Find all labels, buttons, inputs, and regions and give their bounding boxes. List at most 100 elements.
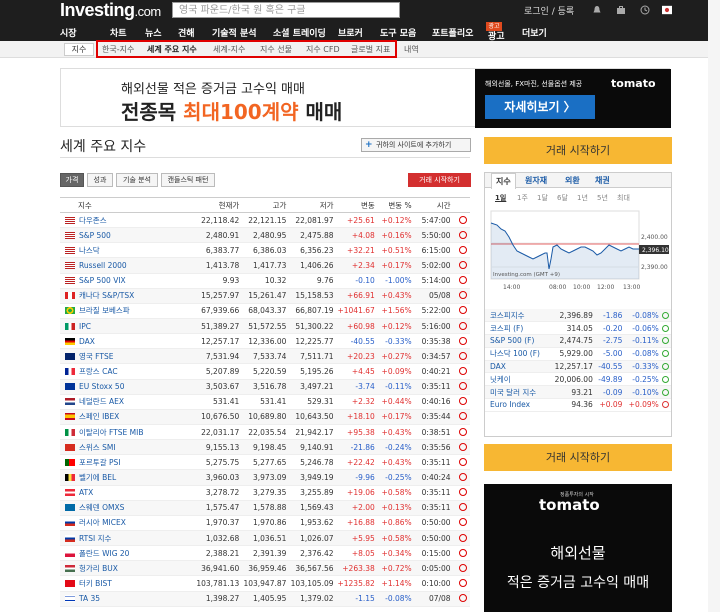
- index-name-cell[interactable]: S&P 500 VIX: [60, 273, 194, 289]
- index-name-cell[interactable]: 스위스 SMI: [60, 439, 194, 456]
- index-name-cell[interactable]: 스페인 IBEX: [60, 409, 194, 425]
- search-input[interactable]: 영국 파운드/한국 원 혹은 구글: [172, 2, 400, 18]
- nav-item-technical[interactable]: 기술적 분석: [212, 26, 257, 39]
- index-name[interactable]: 나스닥: [79, 246, 100, 255]
- col-header-change[interactable]: 변동: [336, 197, 378, 213]
- overview-row[interactable]: 미국 달러 지수 93.21 -0.09 -0.10%: [485, 385, 671, 400]
- tab-performance[interactable]: 성과: [87, 173, 113, 187]
- table-row[interactable]: S&P 500 VIX 9.93 10.32 9.76 -0.10 -1.00% 5:14:…: [60, 273, 470, 289]
- overview-name[interactable]: 코스피 (F): [485, 321, 550, 336]
- index-name[interactable]: DAX: [79, 337, 95, 346]
- index-name[interactable]: 스웨덴 OMXS: [79, 503, 124, 512]
- overview-name[interactable]: 닛케이: [485, 372, 550, 387]
- table-row[interactable]: 스위스 SMI 9,155.13 9,198.45 9,140.91 -21.86 -0.…: [60, 439, 470, 456]
- login-link[interactable]: 로그인 / 등록: [524, 4, 574, 17]
- col-header-time[interactable]: 시간: [414, 197, 454, 213]
- clock-icon[interactable]: [640, 5, 650, 15]
- col-header-high[interactable]: 고가: [242, 197, 290, 213]
- table-row[interactable]: S&P 500 2,480.91 2,480.95 2,475.88 +4.08 +0.1…: [60, 227, 470, 244]
- side-start-trading-button-2[interactable]: 거래 시작하기: [484, 444, 672, 471]
- tab-commodities[interactable]: 원자재: [525, 175, 547, 186]
- tab-candlestick[interactable]: 캔들스틱 패턴: [161, 173, 215, 187]
- start-trading-button[interactable]: 거래 시작하기: [408, 173, 471, 187]
- index-name-cell[interactable]: 영국 FTSE: [60, 348, 194, 365]
- index-name-cell[interactable]: 러시아 MICEX: [60, 515, 194, 531]
- table-row[interactable]: EU Stoxx 50 3,503.67 3,516.78 3,497.21 -3.74…: [60, 379, 470, 395]
- table-row[interactable]: 캐나다 S&P/TSX 15,257.97 15,261.47 15,158.53 +6…: [60, 288, 470, 304]
- index-name[interactable]: RTSI 지수: [79, 534, 111, 543]
- side-start-trading-button[interactable]: 거래 시작하기: [484, 137, 672, 164]
- table-row[interactable]: 터키 BIST 103,781.13 103,947.87 103,105.09 +12…: [60, 575, 470, 592]
- index-name-cell[interactable]: 스웨덴 OMXS: [60, 500, 194, 516]
- index-name[interactable]: Russell 2000: [79, 261, 127, 270]
- overview-row[interactable]: DAX 12,257.17 -40.55 -0.33%: [485, 360, 671, 374]
- overview-name[interactable]: 미국 달러 지수: [485, 385, 550, 400]
- overview-row[interactable]: 코스피지수 2,396.89 -1.86 -0.08%: [485, 309, 671, 323]
- index-name[interactable]: 스위스 SMI: [79, 443, 116, 452]
- period-1y[interactable]: 1년: [577, 193, 588, 203]
- index-name[interactable]: 이탈리아 FTSE MIB: [79, 428, 143, 437]
- index-name-cell[interactable]: 이탈리아 FTSE MIB: [60, 424, 194, 441]
- index-name[interactable]: 폴란드 WIG 20: [79, 549, 129, 558]
- index-name[interactable]: 터키 BIST: [79, 579, 112, 588]
- nav-item-brokers[interactable]: 브로커: [338, 26, 363, 39]
- overview-row[interactable]: 닛케이 20,006.00 -49.89 -0.25%: [485, 372, 671, 387]
- index-name-cell[interactable]: 벨기에 BEL: [60, 469, 194, 486]
- table-row[interactable]: 스페인 IBEX 10,676.50 10,689.80 10,643.50 +18.1…: [60, 409, 470, 425]
- overview-row[interactable]: Euro Index 94.36 +0.09 +0.09%: [485, 398, 671, 412]
- table-row[interactable]: 나스닥 6,383.77 6,386.03 6,356.23 +32.21 +0.51% 6…: [60, 242, 470, 259]
- overview-name[interactable]: 나스닥 100 (F): [485, 347, 550, 361]
- tab-indices[interactable]: 지수: [491, 173, 516, 189]
- nav-item-charts[interactable]: 차트: [110, 26, 127, 39]
- index-name-cell[interactable]: DAX: [60, 333, 194, 350]
- index-name[interactable]: 영국 FTSE: [79, 352, 113, 361]
- nav-item-news[interactable]: 뉴스: [145, 26, 162, 39]
- table-row[interactable]: ATX 3,278.72 3,279.35 3,255.89 +19.06 +0.58% 0…: [60, 485, 470, 501]
- index-name[interactable]: 벨기에 BEL: [79, 473, 116, 482]
- index-name[interactable]: 러시아 MICEX: [79, 518, 126, 527]
- table-row[interactable]: 이탈리아 FTSE MIB 22,031.17 22,035.54 21,942.17…: [60, 424, 470, 441]
- col-header-low[interactable]: 저가: [289, 197, 337, 213]
- index-name[interactable]: 포르투갈 PSI: [79, 458, 120, 467]
- table-row[interactable]: 러시아 MICEX 1,970.37 1,970.86 1,953.62 +16.88 +…: [60, 515, 470, 531]
- table-row[interactable]: 프랑스 CAC 5,207.89 5,220.59 5,195.26 +4.45 +0.0…: [60, 363, 470, 380]
- overview-row[interactable]: 코스피 (F) 314.05 -0.20 -0.06%: [485, 321, 671, 336]
- index-name[interactable]: S&P 500: [79, 231, 111, 240]
- index-name-cell[interactable]: 프랑스 CAC: [60, 363, 194, 380]
- col-header-change-pct[interactable]: 변동 %: [377, 197, 415, 213]
- overview-row[interactable]: 나스닥 100 (F) 5,929.00 -5.00 -0.08%: [485, 347, 671, 361]
- index-name-cell[interactable]: 캐나다 S&P/TSX: [60, 288, 194, 304]
- index-name-cell[interactable]: S&P 500: [60, 227, 194, 244]
- table-row[interactable]: 다우존스 22,118.42 22,121.15 22,081.97 +25.61 +0.…: [60, 212, 470, 229]
- mini-chart[interactable]: 2,396.10 2,400.00 2,390.00 Investing.com…: [485, 209, 671, 299]
- index-name[interactable]: 프랑스 CAC: [79, 367, 118, 376]
- index-name-cell[interactable]: Russell 2000: [60, 257, 194, 274]
- nav-item-portfolio[interactable]: 포트폴리오: [432, 26, 473, 39]
- overview-name[interactable]: DAX: [485, 360, 550, 374]
- table-row[interactable]: RTSI 지수 1,032.68 1,036.51 1,026.07 +5.95 +0.5…: [60, 530, 470, 547]
- subnav-item-history[interactable]: 내역: [404, 44, 419, 55]
- index-name-cell[interactable]: 터키 BIST: [60, 575, 194, 592]
- table-row[interactable]: DAX 12,257.17 12,336.00 12,225.77 -40.55 -0.3…: [60, 333, 470, 350]
- index-name[interactable]: 네덜란드 AEX: [79, 397, 124, 406]
- nav-item-tools[interactable]: 도구 모음: [380, 26, 416, 39]
- table-row[interactable]: 헝가리 BUX 36,941.60 36,959.46 36,567.56 +263.3…: [60, 560, 470, 577]
- add-to-site-button[interactable]: + 귀하의 사이트에 추가하기: [361, 138, 471, 152]
- index-name[interactable]: 캐나다 S&P/TSX: [79, 291, 134, 300]
- overview-name[interactable]: 코스피지수: [485, 309, 550, 323]
- index-name[interactable]: ATX: [79, 488, 93, 497]
- nav-item-more[interactable]: 더보기: [522, 26, 547, 39]
- banner-detail-button[interactable]: 자세히보기 〉: [485, 95, 595, 119]
- index-name-cell[interactable]: TA 35: [60, 591, 194, 607]
- index-name-cell[interactable]: IPC: [60, 318, 194, 335]
- period-1m[interactable]: 1달: [537, 193, 548, 203]
- site-logo[interactable]: Investing.com: [60, 0, 161, 21]
- overview-name[interactable]: Euro Index: [485, 398, 550, 412]
- index-name-cell[interactable]: 폴란드 WIG 20: [60, 545, 194, 562]
- table-row[interactable]: Russell 2000 1,413.78 1,417.73 1,406.26 +2.3…: [60, 257, 470, 274]
- table-row[interactable]: IPC 51,389.27 51,572.55 51,300.22 +60.98 +0.1…: [60, 318, 470, 335]
- period-5y[interactable]: 5년: [597, 193, 608, 203]
- tab-technical[interactable]: 기술 분석: [116, 173, 158, 187]
- bell-icon[interactable]: [592, 5, 602, 15]
- overview-row[interactable]: S&P 500 (F) 2,474.75 -2.75 -0.11%: [485, 334, 671, 348]
